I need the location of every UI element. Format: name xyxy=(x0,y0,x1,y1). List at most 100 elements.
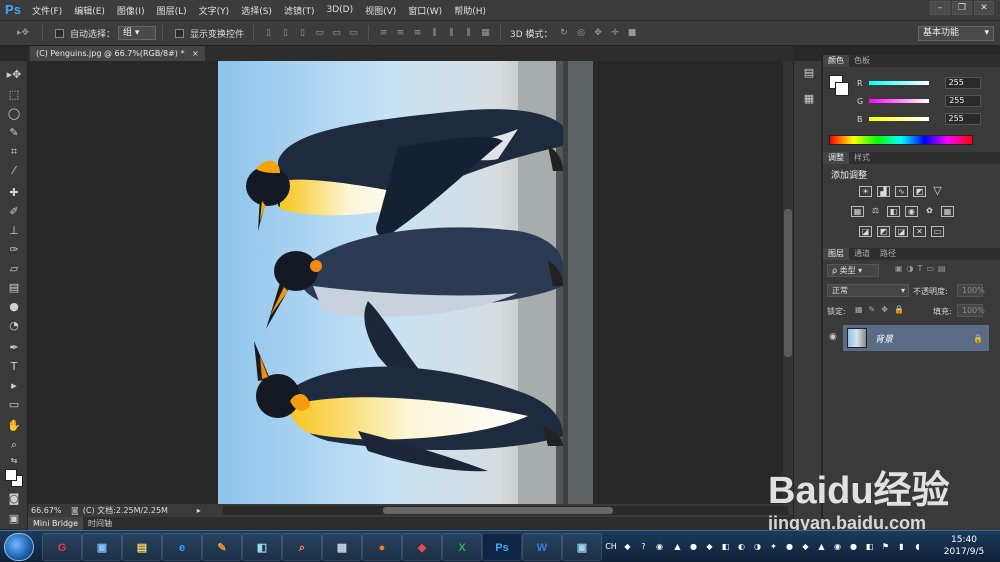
scroll-thumb[interactable] xyxy=(784,209,792,357)
marquee-tool-icon[interactable]: ⬚ xyxy=(4,87,24,103)
quick-select-tool-icon[interactable]: ✎ xyxy=(4,125,24,141)
status-menu-arrow-icon[interactable]: ▸ xyxy=(197,506,201,515)
posterize-icon[interactable]: ◩ xyxy=(877,226,890,237)
close-tab-icon[interactable]: × xyxy=(192,49,199,58)
tab-styles[interactable]: 样式 xyxy=(849,152,875,164)
word-icon[interactable]: W xyxy=(522,533,562,561)
close-button[interactable]: ✕ xyxy=(974,1,994,15)
menu-filter[interactable]: 滤镜(T) xyxy=(278,4,321,17)
opacity-input[interactable]: 100% xyxy=(957,284,985,297)
status-info-icon[interactable]: ◙ xyxy=(71,506,79,515)
menu-layer[interactable]: 图层(L) xyxy=(151,4,193,17)
visibility-eye-icon[interactable]: ◉ xyxy=(829,332,837,342)
rectangle-tool-icon[interactable]: ▭ xyxy=(4,397,24,413)
selective-color-icon[interactable]: ✕ xyxy=(913,226,926,237)
gradient-tool-icon[interactable]: ▤ xyxy=(4,280,24,296)
calculator-icon[interactable]: ▦ xyxy=(322,533,362,561)
horizontal-scrollbar[interactable] xyxy=(223,506,788,515)
green-value[interactable]: 255 xyxy=(945,95,982,107)
quick-mask-icon[interactable]: ◙ xyxy=(4,491,24,507)
align-bottom-icon[interactable]: ▯ xyxy=(296,27,309,39)
3d-scale-icon[interactable]: ■ xyxy=(626,27,639,39)
distribute-top-icon[interactable]: ≡ xyxy=(377,27,390,39)
3d-rotate-icon[interactable]: ↻ xyxy=(558,27,571,39)
screen-mode-icon[interactable]: ▣ xyxy=(4,511,24,527)
foreground-color-swatch[interactable] xyxy=(5,469,17,481)
pen-tool-icon[interactable]: ✒ xyxy=(4,340,24,356)
volume-icon[interactable]: ◖ xyxy=(912,541,923,552)
penguins-image[interactable] xyxy=(218,61,593,504)
network-icon[interactable]: ▮ xyxy=(896,541,907,552)
distribute-left-icon[interactable]: ⫼ xyxy=(428,27,441,39)
input-method-icon[interactable]: ◆ xyxy=(622,541,633,552)
tray-icon[interactable]: ◆ xyxy=(800,541,811,552)
explorer-icon[interactable]: ▤ xyxy=(122,533,162,561)
menu-window[interactable]: 窗口(W) xyxy=(402,4,448,17)
distribute-bottom-icon[interactable]: ≡ xyxy=(411,27,424,39)
tab-swatches[interactable]: 色板 xyxy=(849,55,875,67)
tray-icon[interactable]: ▲ xyxy=(816,541,827,552)
eraser-tool-icon[interactable]: ▱ xyxy=(4,261,24,277)
auto-select-checkbox[interactable] xyxy=(55,28,64,38)
history-brush-tool-icon[interactable]: ✑ xyxy=(4,242,24,258)
color-lookup-icon[interactable]: ▦ xyxy=(941,206,954,217)
move-tool-icon[interactable]: ▸✥ xyxy=(4,67,24,83)
brush-tool-icon[interactable]: ✐ xyxy=(4,204,24,220)
photo-filter-icon[interactable]: ◉ xyxy=(905,206,918,217)
tray-icon[interactable]: ● xyxy=(688,541,699,552)
red-slider[interactable] xyxy=(868,81,929,85)
restore-button[interactable]: ❐ xyxy=(952,1,972,15)
brightness-contrast-icon[interactable]: ☀ xyxy=(859,186,872,197)
remote-app-icon[interactable]: ▣ xyxy=(82,533,122,561)
scroll-thumb[interactable] xyxy=(383,507,613,514)
dodge-tool-icon[interactable]: ◔ xyxy=(4,318,24,334)
blur-tool-icon[interactable]: ● xyxy=(4,299,24,315)
menu-help[interactable]: 帮助(H) xyxy=(448,4,492,17)
excel-icon[interactable]: X xyxy=(442,533,482,561)
tray-icon[interactable]: ● xyxy=(784,541,795,552)
tab-paths[interactable]: 路径 xyxy=(875,248,901,260)
tab-mini-bridge[interactable]: Mini Bridge xyxy=(28,517,84,530)
move-tool-preset-icon[interactable]: ▸✥ xyxy=(12,27,34,39)
search-app-icon[interactable]: ⌕ xyxy=(282,533,322,561)
workspace-dropdown[interactable]: 基本功能 ▾ xyxy=(918,26,994,41)
paint-icon[interactable]: ✎ xyxy=(202,533,242,561)
menu-edit[interactable]: 编辑(E) xyxy=(68,4,111,17)
layer-name[interactable]: 背景 xyxy=(875,332,893,345)
tab-layers[interactable]: 图层 xyxy=(823,248,849,260)
language-indicator[interactable]: CH xyxy=(604,541,618,552)
tray-icon[interactable]: ● xyxy=(848,541,859,552)
healing-brush-tool-icon[interactable]: ✚ xyxy=(4,185,24,201)
tray-icon[interactable]: ✦ xyxy=(768,541,779,552)
history-panel-icon[interactable]: ▤ xyxy=(799,65,819,81)
lasso-tool-icon[interactable]: ◯ xyxy=(4,106,24,122)
photoshop-taskbar-icon[interactable]: Ps xyxy=(482,533,522,561)
menu-select[interactable]: 选择(S) xyxy=(235,4,278,17)
blend-mode-dropdown[interactable]: 正常 ▾ xyxy=(827,284,909,297)
align-hcenter-icon[interactable]: ▭ xyxy=(330,27,343,39)
menu-3d[interactable]: 3D(D) xyxy=(320,5,359,15)
3d-slide-icon[interactable]: ✛ xyxy=(609,27,622,39)
distribute-vcenter-icon[interactable]: ≡ xyxy=(394,27,407,39)
canvas-area[interactable] xyxy=(28,61,783,504)
tray-icon[interactable]: ◧ xyxy=(720,541,731,552)
type-tool-icon[interactable]: T xyxy=(4,359,24,375)
distribute-right-icon[interactable]: ⫼ xyxy=(462,27,475,39)
curves-icon[interactable]: ∿ xyxy=(895,186,908,197)
lock-options-icons[interactable]: ▦✎✥🔒 xyxy=(855,305,910,314)
crop-tool-icon[interactable]: ⌗ xyxy=(4,144,24,160)
app-icon[interactable]: ◧ xyxy=(242,533,282,561)
path-selection-tool-icon[interactable]: ▸ xyxy=(4,378,24,394)
auto-align-icon[interactable]: ▦ xyxy=(479,27,492,39)
hue-saturation-icon[interactable]: ▦ xyxy=(851,206,864,217)
align-left-icon[interactable]: ▭ xyxy=(313,27,326,39)
tray-icon[interactable]: ▲ xyxy=(672,541,683,552)
document-tab[interactable]: (C) Penguins.jpg @ 66.7%(RGB/8#) * × xyxy=(30,46,205,61)
levels-icon[interactable]: ▟ xyxy=(877,186,890,197)
align-vcenter-icon[interactable]: ▯ xyxy=(279,27,292,39)
system-clock[interactable]: 15:40 2017/9/5 xyxy=(934,534,994,558)
blue-value[interactable]: 255 xyxy=(944,113,981,125)
layer-filter-dropdown[interactable]: ρ 类型 ▾ xyxy=(827,264,879,277)
start-button[interactable] xyxy=(4,533,34,561)
color-spectrum-ramp[interactable] xyxy=(829,135,973,145)
